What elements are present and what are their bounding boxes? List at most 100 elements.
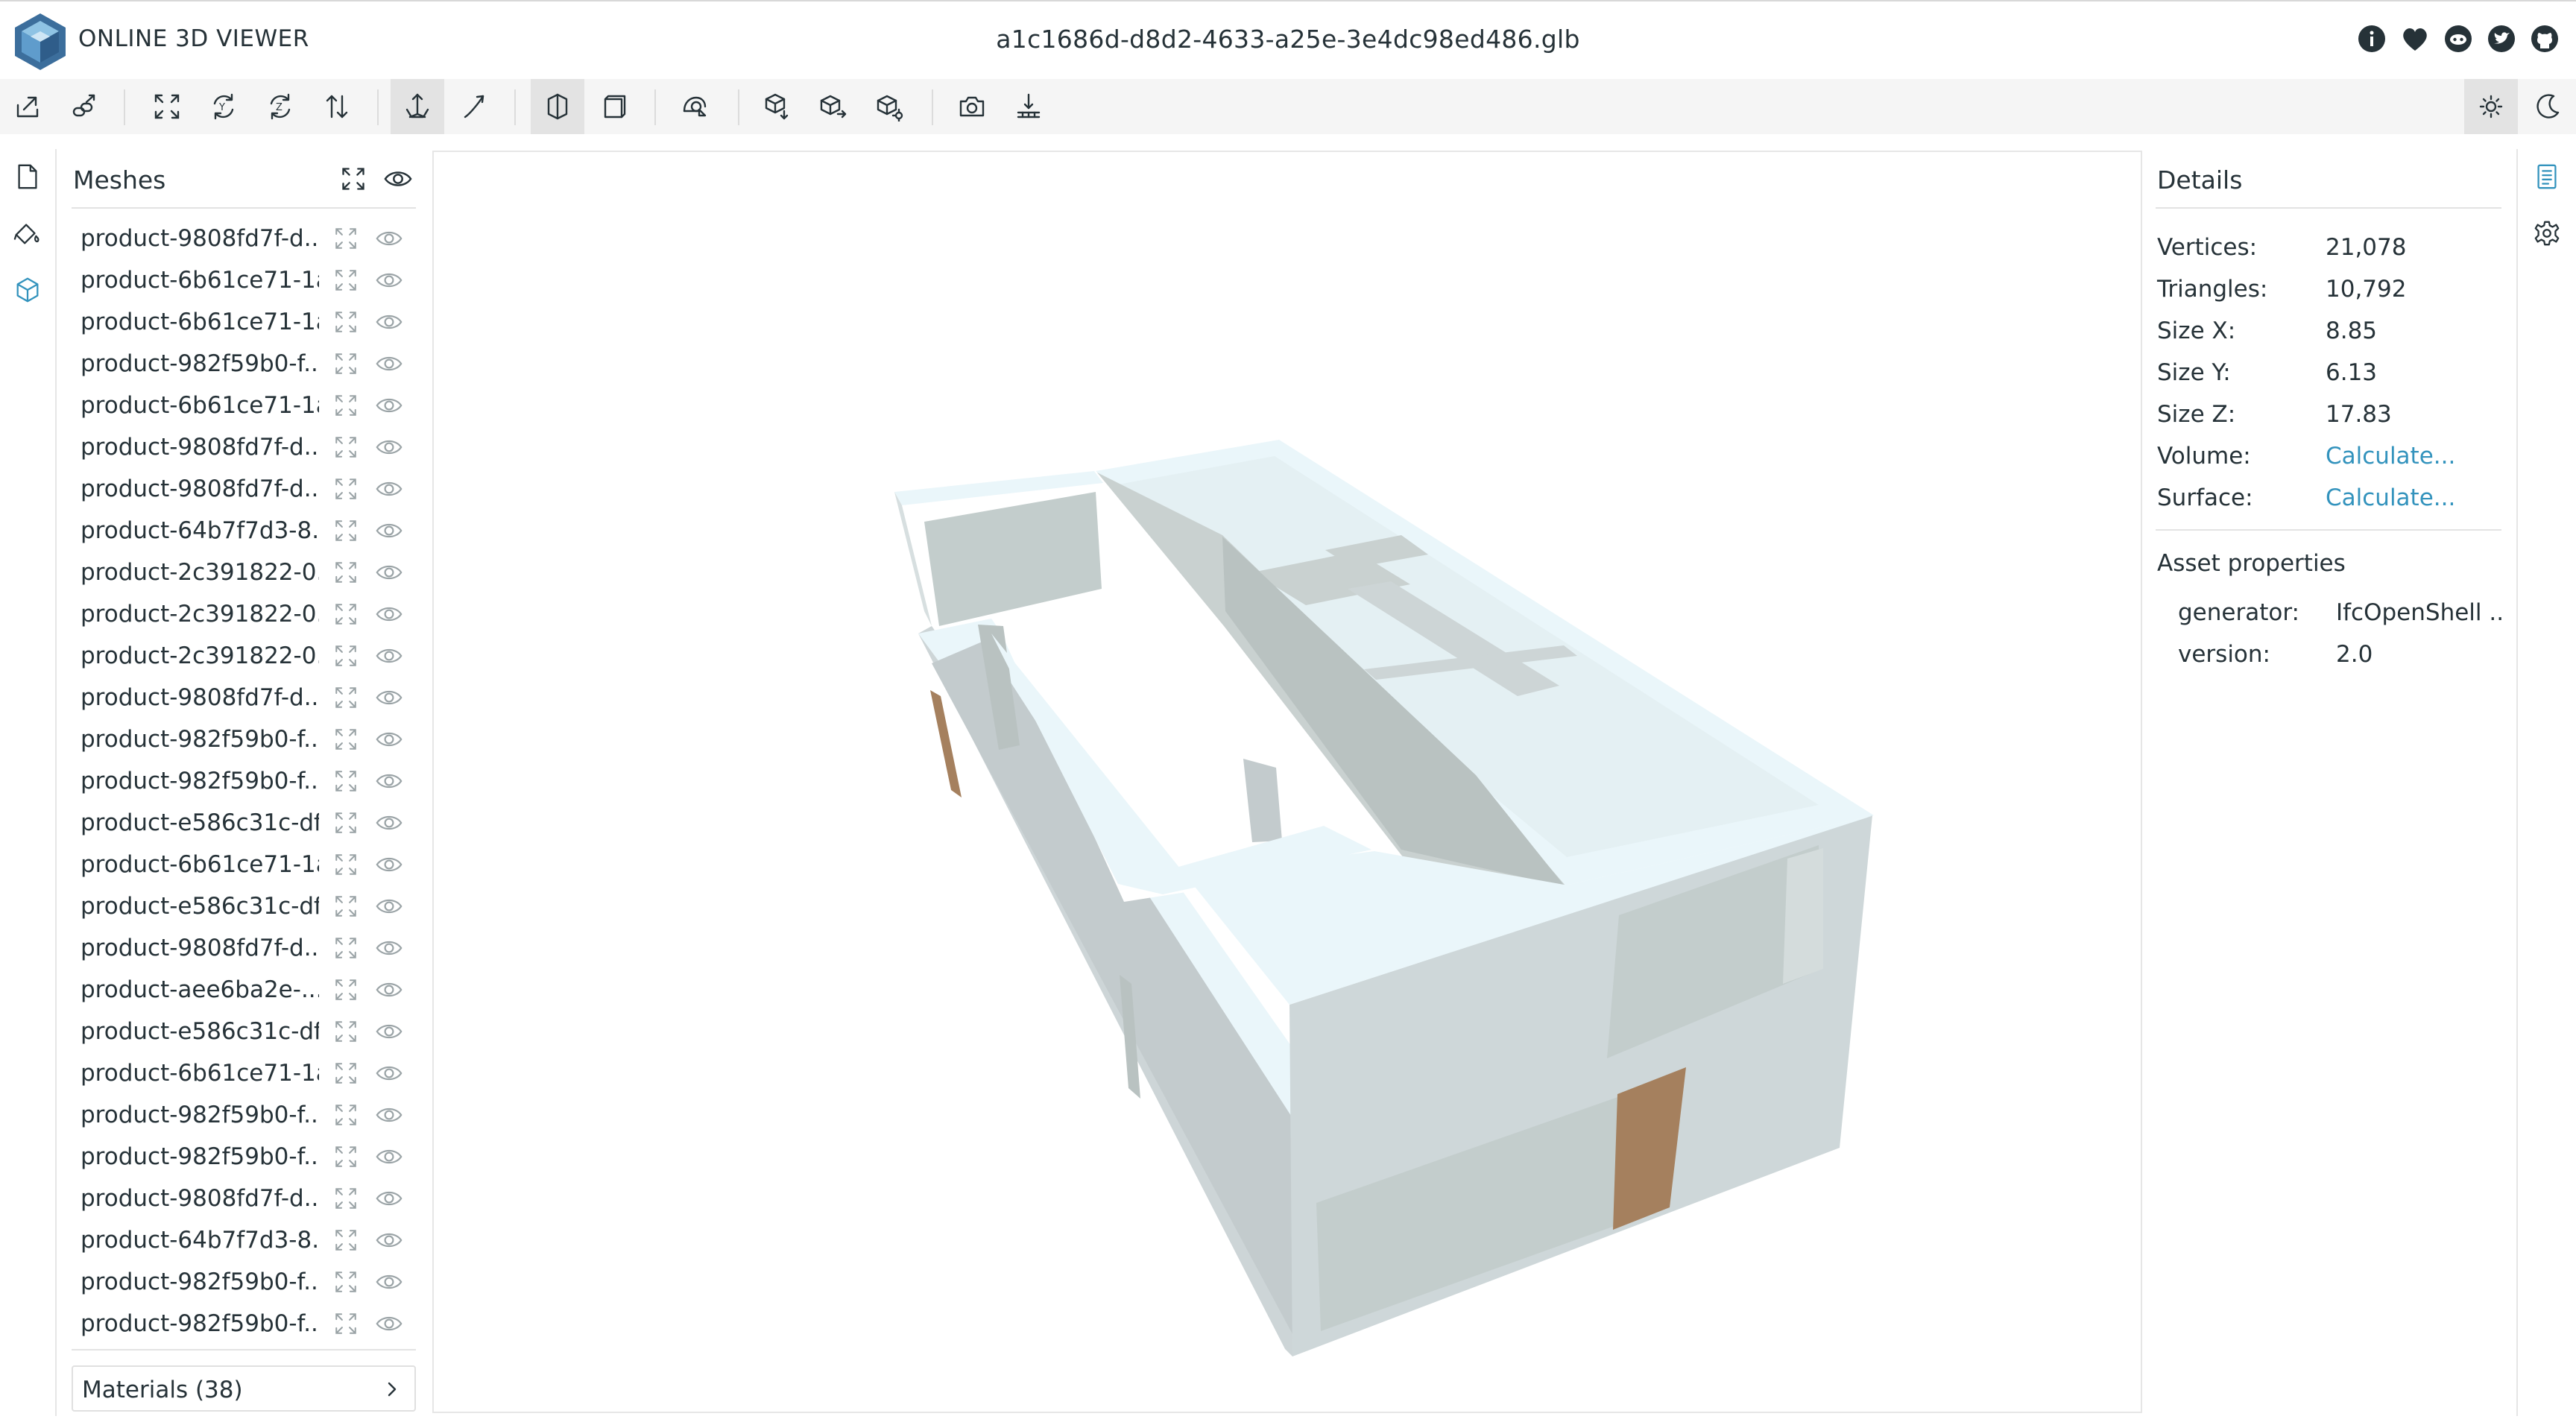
calculate-link[interactable]: Calculate... — [2326, 443, 2455, 470]
fit-mesh-icon[interactable] — [331, 766, 361, 796]
fit-to-window-icon[interactable] — [140, 79, 194, 134]
perspective-camera-icon[interactable] — [531, 79, 584, 134]
toggle-visibility-icon[interactable] — [374, 265, 404, 295]
calculate-link[interactable]: Calculate... — [2326, 484, 2455, 511]
toggle-visibility-icon[interactable] — [374, 1184, 404, 1213]
fit-all-meshes-icon[interactable] — [338, 164, 368, 194]
toggle-visibility-icon[interactable] — [374, 975, 404, 1005]
mesh-item[interactable]: product-982f59b0-f... — [72, 1261, 416, 1303]
toggle-visibility-icon[interactable] — [374, 891, 404, 921]
mesh-item[interactable]: product-e586c31c-df... — [72, 885, 416, 927]
mesh-item[interactable]: product-9808fd7f-d... — [72, 1178, 416, 1219]
open-file-icon[interactable] — [1, 79, 55, 134]
show-all-meshes-icon[interactable] — [383, 164, 413, 194]
fit-mesh-icon[interactable] — [331, 1100, 361, 1130]
mesh-item[interactable]: product-9808fd7f-d... — [72, 677, 416, 718]
toggle-visibility-icon[interactable] — [374, 1058, 404, 1088]
flip-up-vector-icon[interactable] — [310, 79, 364, 134]
mesh-item[interactable]: product-982f59b0-f... — [72, 343, 416, 385]
toggle-visibility-icon[interactable] — [374, 349, 404, 379]
toggle-visibility-icon[interactable] — [374, 808, 404, 838]
fit-mesh-icon[interactable] — [331, 808, 361, 838]
mesh-item[interactable]: product-2c391822-0... — [72, 593, 416, 635]
fit-mesh-icon[interactable] — [331, 224, 361, 253]
fit-mesh-icon[interactable] — [331, 975, 361, 1005]
mesh-item[interactable]: product-e586c31c-df... — [72, 1011, 416, 1052]
mesh-item[interactable]: product-64b7f7d3-8... — [72, 1219, 416, 1261]
fit-mesh-icon[interactable] — [331, 724, 361, 754]
meshes-icon[interactable] — [10, 273, 45, 307]
fit-mesh-icon[interactable] — [331, 391, 361, 420]
fit-mesh-icon[interactable] — [331, 891, 361, 921]
mesh-item[interactable]: product-982f59b0-f... — [72, 760, 416, 802]
toggle-visibility-icon[interactable] — [374, 1142, 404, 1172]
materials-toggle[interactable]: Materials (38) — [72, 1365, 416, 1412]
fixed-up-vector-icon[interactable] — [391, 79, 444, 134]
mesh-item[interactable]: product-2c391822-0... — [72, 552, 416, 593]
mesh-item[interactable]: product-9808fd7f-d... — [72, 218, 416, 259]
fit-mesh-icon[interactable] — [331, 683, 361, 713]
fit-mesh-icon[interactable] — [331, 850, 361, 879]
fit-mesh-icon[interactable] — [331, 1184, 361, 1213]
twitter-icon[interactable] — [2487, 24, 2516, 54]
toggle-visibility-icon[interactable] — [374, 766, 404, 796]
materials-icon[interactable] — [10, 216, 45, 250]
toggle-visibility-icon[interactable] — [374, 307, 404, 337]
mesh-item[interactable]: product-6b61ce71-1a... — [72, 1052, 416, 1094]
edges-icon[interactable] — [668, 79, 722, 134]
measure-icon[interactable] — [1002, 79, 1055, 134]
mesh-item[interactable]: product-982f59b0-f... — [72, 1303, 416, 1339]
fit-mesh-icon[interactable] — [331, 265, 361, 295]
3d-viewport[interactable] — [432, 151, 2142, 1413]
fit-mesh-icon[interactable] — [331, 1267, 361, 1297]
toggle-visibility-icon[interactable] — [374, 724, 404, 754]
fit-mesh-icon[interactable] — [331, 1142, 361, 1172]
share-model-icon[interactable] — [806, 79, 860, 134]
toggle-visibility-icon[interactable] — [374, 683, 404, 713]
orthographic-camera-icon[interactable] — [587, 79, 641, 134]
fit-mesh-icon[interactable] — [331, 641, 361, 671]
toggle-visibility-icon[interactable] — [374, 599, 404, 629]
mesh-item[interactable]: product-6b61ce71-1a... — [72, 385, 416, 426]
mesh-item[interactable]: product-9808fd7f-d... — [72, 468, 416, 510]
mesh-item[interactable]: product-6b61ce71-1a... — [72, 301, 416, 343]
dark-theme-icon[interactable] — [2521, 79, 2575, 134]
mesh-list[interactable]: product-9808fd7f-d... product-6b61ce71-1a… — [72, 218, 416, 1339]
light-theme-icon[interactable] — [2464, 79, 2518, 134]
set-up-vector-z-icon[interactable]: Z — [253, 79, 307, 134]
mesh-item[interactable]: product-9808fd7f-d... — [72, 426, 416, 468]
fit-mesh-icon[interactable] — [331, 516, 361, 546]
fit-mesh-icon[interactable] — [331, 1017, 361, 1046]
mesh-item[interactable]: product-64b7f7d3-8... — [72, 510, 416, 552]
mesh-item[interactable]: product-982f59b0-f... — [72, 1136, 416, 1178]
fit-mesh-icon[interactable] — [331, 599, 361, 629]
mesh-item[interactable]: product-982f59b0-f... — [72, 1094, 416, 1136]
fit-mesh-icon[interactable] — [331, 1309, 361, 1339]
free-orbit-icon[interactable] — [447, 79, 501, 134]
toggle-visibility-icon[interactable] — [374, 474, 404, 504]
snapshot-icon[interactable] — [945, 79, 999, 134]
file-details-icon[interactable] — [10, 159, 45, 194]
export-model-icon[interactable] — [750, 79, 804, 134]
toggle-visibility-icon[interactable] — [374, 516, 404, 546]
camera-export-icon[interactable] — [863, 79, 917, 134]
toggle-visibility-icon[interactable] — [374, 1267, 404, 1297]
fit-mesh-icon[interactable] — [331, 349, 361, 379]
fit-mesh-icon[interactable] — [331, 1225, 361, 1255]
settings-icon[interactable] — [2530, 216, 2564, 250]
toggle-visibility-icon[interactable] — [374, 224, 404, 253]
fit-mesh-icon[interactable] — [331, 933, 361, 963]
fit-mesh-icon[interactable] — [331, 432, 361, 462]
toggle-visibility-icon[interactable] — [374, 391, 404, 420]
toggle-visibility-icon[interactable] — [374, 432, 404, 462]
github-icon[interactable] — [2530, 24, 2560, 54]
fit-mesh-icon[interactable] — [331, 1058, 361, 1088]
toggle-visibility-icon[interactable] — [374, 641, 404, 671]
mesh-item[interactable]: product-2c391822-0... — [72, 635, 416, 677]
toggle-visibility-icon[interactable] — [374, 1225, 404, 1255]
mesh-item[interactable]: product-e586c31c-df... — [72, 802, 416, 844]
fit-mesh-icon[interactable] — [331, 307, 361, 337]
open-url-icon[interactable] — [58, 79, 112, 134]
building-model[interactable] — [434, 152, 2141, 1412]
set-up-vector-icon[interactable]: Y — [197, 79, 250, 134]
